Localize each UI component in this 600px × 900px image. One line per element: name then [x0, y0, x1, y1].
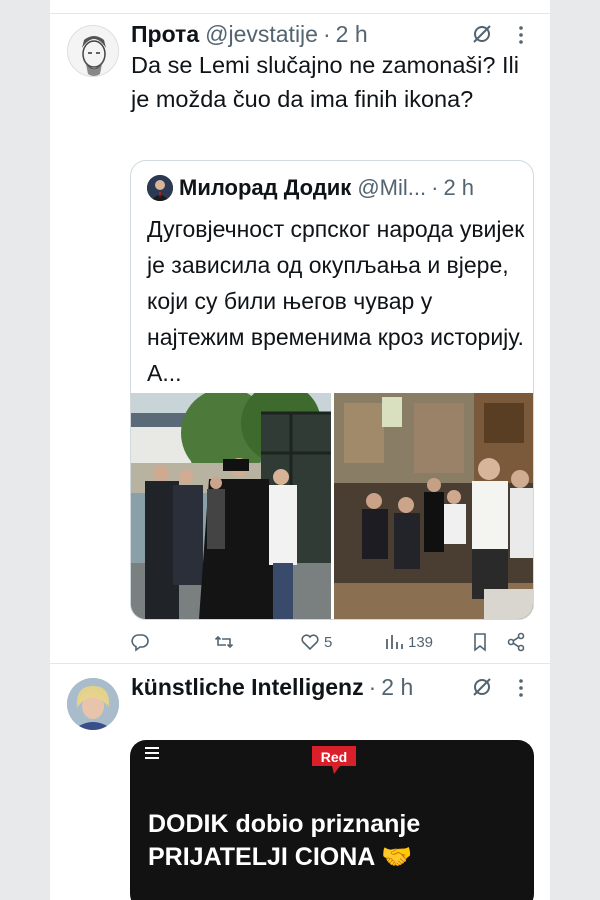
timestamp[interactable]: 2 h	[381, 674, 413, 701]
retweet-button[interactable]	[214, 628, 238, 656]
quote-header: Милорад Додик @Mil... · 2 h	[179, 173, 474, 203]
views-button[interactable]: 139	[384, 628, 433, 656]
bookmark-icon	[474, 633, 486, 652]
separator-dot: ·	[368, 673, 377, 700]
quote-timestamp: 2 h	[443, 175, 475, 200]
timeline: Прота @jevstatije · 2 h Da se Lemi sluča…	[50, 0, 550, 900]
quoted-tweet[interactable]: Милорад Додик @Mil... · 2 h Дуговјечност…	[130, 160, 534, 620]
divider	[50, 663, 550, 664]
like-count: 5	[324, 633, 333, 651]
author-name[interactable]: Прота	[131, 21, 199, 48]
like-button[interactable]: 5	[300, 628, 332, 656]
avatar[interactable]	[67, 678, 119, 730]
grok-icon[interactable]	[470, 675, 494, 699]
tweet-text: Da se Lemi slučajno ne zamonaši? Ili je …	[131, 52, 519, 112]
author-handle[interactable]: @jevstatije	[205, 21, 318, 48]
menu-icon	[145, 747, 159, 759]
divider	[50, 13, 550, 14]
more-icon[interactable]	[517, 677, 525, 699]
views-count: 139	[408, 633, 434, 651]
headline-line: PRIJATELJI CIONA 🤝	[148, 843, 413, 871]
svg-text:Red: Red	[321, 749, 347, 765]
timestamp[interactable]: 2 h	[336, 21, 368, 48]
photo-procession[interactable]	[131, 393, 331, 619]
red-logo: Red	[310, 744, 358, 776]
bookmark-button[interactable]	[470, 628, 490, 656]
like-icon	[301, 634, 319, 651]
reply-button[interactable]	[130, 628, 154, 656]
quote-text: Дуговјечност српског народа увијек је за…	[147, 216, 525, 386]
quote-author-name: Милорад Додик	[179, 175, 352, 200]
tweet-header: Прота @jevstatije · 2 h	[131, 19, 368, 49]
more-icon[interactable]	[517, 24, 525, 46]
headline-line: DODIK dobio priznanje	[148, 810, 421, 838]
avatar[interactable]	[67, 25, 119, 77]
separator-dot: ·	[431, 175, 439, 200]
retweet-icon	[214, 635, 234, 649]
author-name[interactable]: künstliche Intelligenz	[131, 674, 364, 701]
separator-dot: ·	[322, 20, 331, 47]
grok-icon[interactable]	[470, 22, 494, 46]
views-icon	[386, 635, 403, 649]
action-bar: 5 139	[130, 628, 525, 656]
share-icon	[507, 632, 525, 652]
media-headline: DODIK dobio priznanje PRIJATELJI CIONA 🤝	[148, 808, 420, 874]
share-button[interactable]	[506, 628, 526, 656]
photo-church-interior[interactable]	[334, 393, 533, 619]
tweet-header: künstliche Intelligenz · 2 h	[131, 672, 413, 702]
quote-author-handle: @Mil...	[357, 175, 427, 200]
reply-icon	[131, 634, 149, 652]
media-image[interactable]: Red DODIK dobio priznanje PRIJATELJI CIO…	[130, 740, 534, 900]
avatar	[147, 175, 173, 201]
